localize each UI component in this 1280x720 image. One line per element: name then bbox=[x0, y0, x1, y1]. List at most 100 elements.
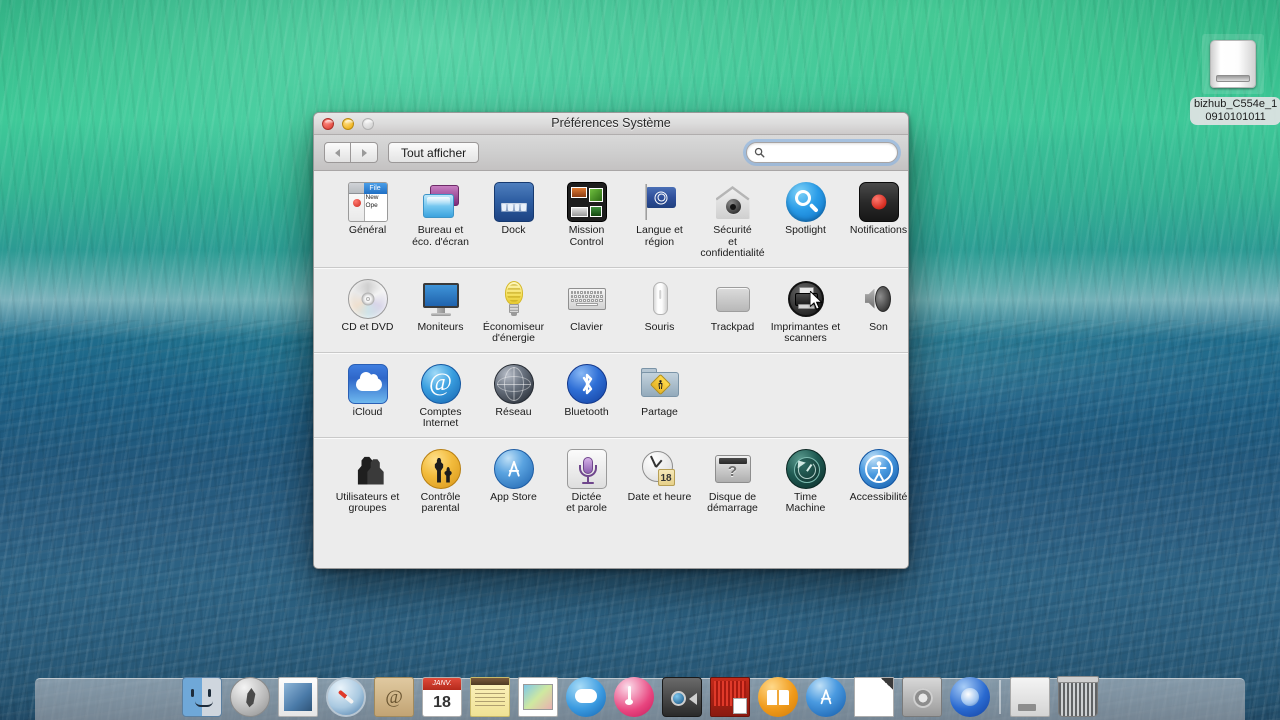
search-field[interactable] bbox=[746, 142, 898, 163]
dock-item-app-store[interactable] bbox=[804, 674, 848, 718]
pref-item-notifications[interactable]: Notifications bbox=[842, 180, 908, 260]
pref-item-parental-controls[interactable]: Contrôle parental bbox=[404, 447, 477, 515]
nav-segmented-control[interactable] bbox=[324, 142, 378, 163]
forward-button[interactable] bbox=[351, 142, 378, 163]
app-store-icon bbox=[806, 677, 846, 717]
dock-item-messages[interactable] bbox=[564, 674, 608, 718]
dock[interactable]: @ JANV. 18 bbox=[0, 672, 1280, 720]
label-line: Control bbox=[569, 235, 604, 248]
language-region-icon bbox=[640, 182, 680, 222]
pages-document-icon bbox=[854, 677, 894, 717]
time-capsule-icon bbox=[950, 677, 990, 717]
window-title: Préférences Système bbox=[551, 116, 671, 130]
pref-item-printers-scanners[interactable]: Imprimantes et scanners bbox=[769, 277, 842, 345]
pref-item-energy-saver[interactable]: Économiseur d'énergie bbox=[477, 277, 550, 345]
pref-label: Accessibilité bbox=[842, 491, 908, 504]
pref-label: Sécurité et confidentialité bbox=[696, 224, 769, 260]
label-line: Partage bbox=[641, 405, 678, 418]
label-line: Mission bbox=[568, 224, 605, 236]
pref-item-security-privacy[interactable]: Sécurité et confidentialité bbox=[696, 180, 769, 260]
label-line: Dock bbox=[501, 224, 526, 236]
dock-item-mail[interactable] bbox=[276, 674, 320, 718]
dock-item-facetime[interactable] bbox=[660, 674, 704, 718]
dock-item-system-preferences[interactable] bbox=[900, 674, 944, 718]
displays-icon bbox=[421, 279, 461, 319]
dock-item-itunes[interactable] bbox=[612, 674, 656, 718]
dock-item-downloads[interactable] bbox=[1008, 674, 1052, 718]
chevron-left-icon bbox=[335, 148, 340, 157]
date-time-icon: 18 bbox=[640, 449, 680, 489]
system-preferences-window[interactable]: Préférences Système Tout afficher File N… bbox=[313, 112, 909, 569]
show-all-label: Tout afficher bbox=[401, 145, 467, 160]
label-line: Souris bbox=[644, 320, 675, 333]
label-line: et parole bbox=[566, 502, 607, 514]
label-line: Spotlight bbox=[785, 224, 826, 236]
dock-item-calendar[interactable]: JANV. 18 bbox=[420, 674, 464, 718]
pref-item-keyboard[interactable]: Clavier bbox=[550, 277, 623, 345]
pref-item-mission-control[interactable]: Mission Control bbox=[550, 180, 623, 260]
pref-item-startup-disk[interactable]: ? Disque de démarrage bbox=[696, 447, 769, 515]
mouse-icon bbox=[640, 279, 680, 319]
trash-icon bbox=[1057, 676, 1099, 717]
pref-item-language-region[interactable]: Langue et région bbox=[623, 180, 696, 260]
pref-item-date-time[interactable]: 18 Date et heure bbox=[623, 447, 696, 515]
general-icon: File New Ope bbox=[347, 182, 388, 222]
pref-item-cd-dvd[interactable]: CD et DVD bbox=[331, 277, 404, 345]
pref-item-dock[interactable]: Dock bbox=[477, 180, 550, 260]
dock-item-safari[interactable] bbox=[324, 674, 368, 718]
sound-icon bbox=[859, 279, 899, 319]
app-store-icon bbox=[493, 448, 534, 489]
desktop[interactable]: bizhub_C554e_1 0910101011 Préférences Sy… bbox=[0, 0, 1280, 720]
desktop-drive-icon[interactable]: bizhub_C554e_1 0910101011 bbox=[1190, 34, 1280, 125]
pref-item-internet-accounts[interactable]: @ Comptes Internet bbox=[404, 362, 477, 430]
dock-item-pages-document[interactable] bbox=[852, 674, 896, 718]
pref-label: Clavier bbox=[550, 321, 623, 334]
pref-item-accessibility[interactable]: Accessibilité bbox=[842, 447, 908, 515]
dock-item-notes[interactable] bbox=[468, 674, 512, 718]
search-input[interactable] bbox=[769, 145, 890, 160]
window-toolbar[interactable]: Tout afficher bbox=[314, 135, 908, 171]
pref-item-time-machine[interactable]: Time Machine bbox=[769, 447, 842, 515]
dock-item-time-capsule[interactable] bbox=[948, 674, 992, 718]
sharing-icon bbox=[640, 364, 680, 404]
pref-item-app-store[interactable]: App Store bbox=[477, 447, 550, 515]
mission-control-icon bbox=[566, 182, 607, 222]
pref-item-trackpad[interactable]: Trackpad bbox=[696, 277, 769, 345]
pref-item-general[interactable]: File New Ope Général bbox=[331, 180, 404, 260]
pref-item-bluetooth[interactable]: Bluetooth bbox=[550, 362, 623, 430]
security-icon bbox=[713, 182, 753, 222]
back-button[interactable] bbox=[324, 142, 351, 163]
pref-item-desktop-screensaver[interactable]: Bureau et éco. d'écran bbox=[404, 180, 477, 260]
dock-item-preview[interactable] bbox=[516, 674, 560, 718]
pref-item-users-groups[interactable]: Utilisateurs et groupes bbox=[331, 447, 404, 515]
pref-label: Souris bbox=[623, 320, 696, 334]
pref-item-dictation-speech[interactable]: Dictée et parole bbox=[550, 447, 623, 515]
date-badge: 18 bbox=[657, 468, 675, 486]
pref-item-sharing[interactable]: Partage bbox=[623, 362, 696, 430]
app-store-glyph-icon bbox=[820, 689, 832, 705]
keyboard-icon bbox=[567, 279, 607, 319]
dock-item-iphoto[interactable] bbox=[708, 674, 752, 718]
mail-icon bbox=[278, 677, 318, 717]
accessibility-icon bbox=[858, 448, 899, 489]
window-titlebar[interactable]: Préférences Système bbox=[314, 113, 908, 135]
dock-item-finder[interactable] bbox=[180, 674, 224, 718]
users-groups-icon bbox=[348, 449, 388, 489]
pref-item-spotlight[interactable]: Spotlight bbox=[769, 180, 842, 260]
dock-surface[interactable]: @ JANV. 18 bbox=[35, 676, 1245, 720]
dock-item-launchpad[interactable] bbox=[228, 674, 272, 718]
time-machine-icon bbox=[785, 448, 826, 489]
pref-item-mouse[interactable]: Souris bbox=[623, 277, 696, 345]
dock-item-contacts[interactable]: @ bbox=[372, 674, 416, 718]
pref-label: Utilisateurs et groupes bbox=[331, 491, 404, 515]
dock-item-trash[interactable] bbox=[1056, 674, 1100, 718]
pref-item-sound[interactable]: Son bbox=[842, 277, 908, 345]
show-all-button[interactable]: Tout afficher bbox=[388, 142, 480, 163]
pref-item-network[interactable]: Réseau bbox=[477, 362, 550, 430]
pref-item-displays[interactable]: Moniteurs bbox=[404, 277, 477, 345]
energy-saver-icon bbox=[494, 279, 534, 319]
pref-label: Trackpad bbox=[696, 321, 769, 334]
dock-item-ibooks[interactable] bbox=[756, 674, 800, 718]
pref-label: Général bbox=[331, 224, 404, 237]
pref-item-icloud[interactable]: iCloud bbox=[331, 362, 404, 430]
